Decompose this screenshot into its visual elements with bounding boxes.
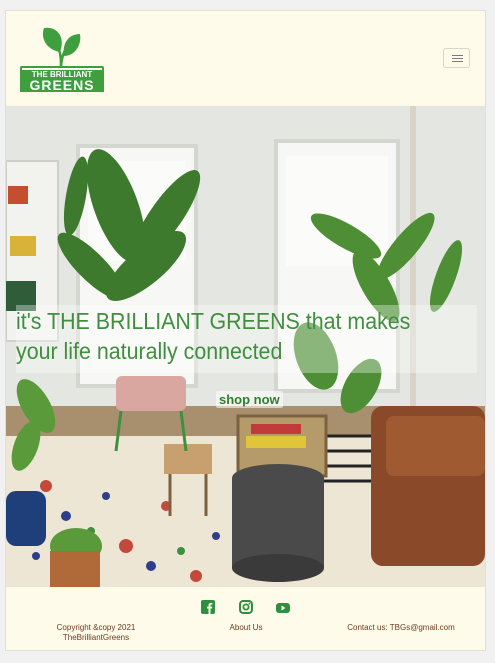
youtube-icon[interactable] xyxy=(276,601,290,615)
instagram-icon[interactable] xyxy=(239,600,253,614)
brand-logo[interactable]: THE BRILLIANT GREENS xyxy=(20,26,104,92)
hero-banner: it's THE BRILLIANT GREENS that makes you… xyxy=(6,106,485,587)
shop-now-button[interactable]: shop now xyxy=(216,391,283,408)
logo-text-bottom: GREENS xyxy=(20,78,104,92)
navbar: THE BRILLIANT GREENS xyxy=(6,11,485,106)
copyright-line-2: TheBrilliantGreens xyxy=(62,633,130,642)
page-frame: THE BRILLIANT GREENS it's THE BRILLIANT … xyxy=(5,10,486,651)
copyright-line-1: Copyright &copy 2021 xyxy=(56,623,136,632)
hamburger-menu-icon xyxy=(452,55,463,56)
hero-tagline: it's THE BRILLIANT GREENS that makes you… xyxy=(16,308,411,364)
facebook-icon[interactable] xyxy=(201,600,215,614)
social-links xyxy=(6,600,485,614)
about-us-link[interactable]: About Us xyxy=(206,623,286,633)
nav-toggle-button[interactable] xyxy=(443,48,470,68)
leaf-logo-icon xyxy=(42,27,81,67)
contact-link[interactable]: Contact us: TBGs@gmail.com xyxy=(326,623,476,633)
footer: Copyright &copy 2021 TheBrilliantGreens … xyxy=(6,587,485,650)
copyright-text: Copyright &copy 2021 TheBrilliantGreens xyxy=(46,623,146,643)
